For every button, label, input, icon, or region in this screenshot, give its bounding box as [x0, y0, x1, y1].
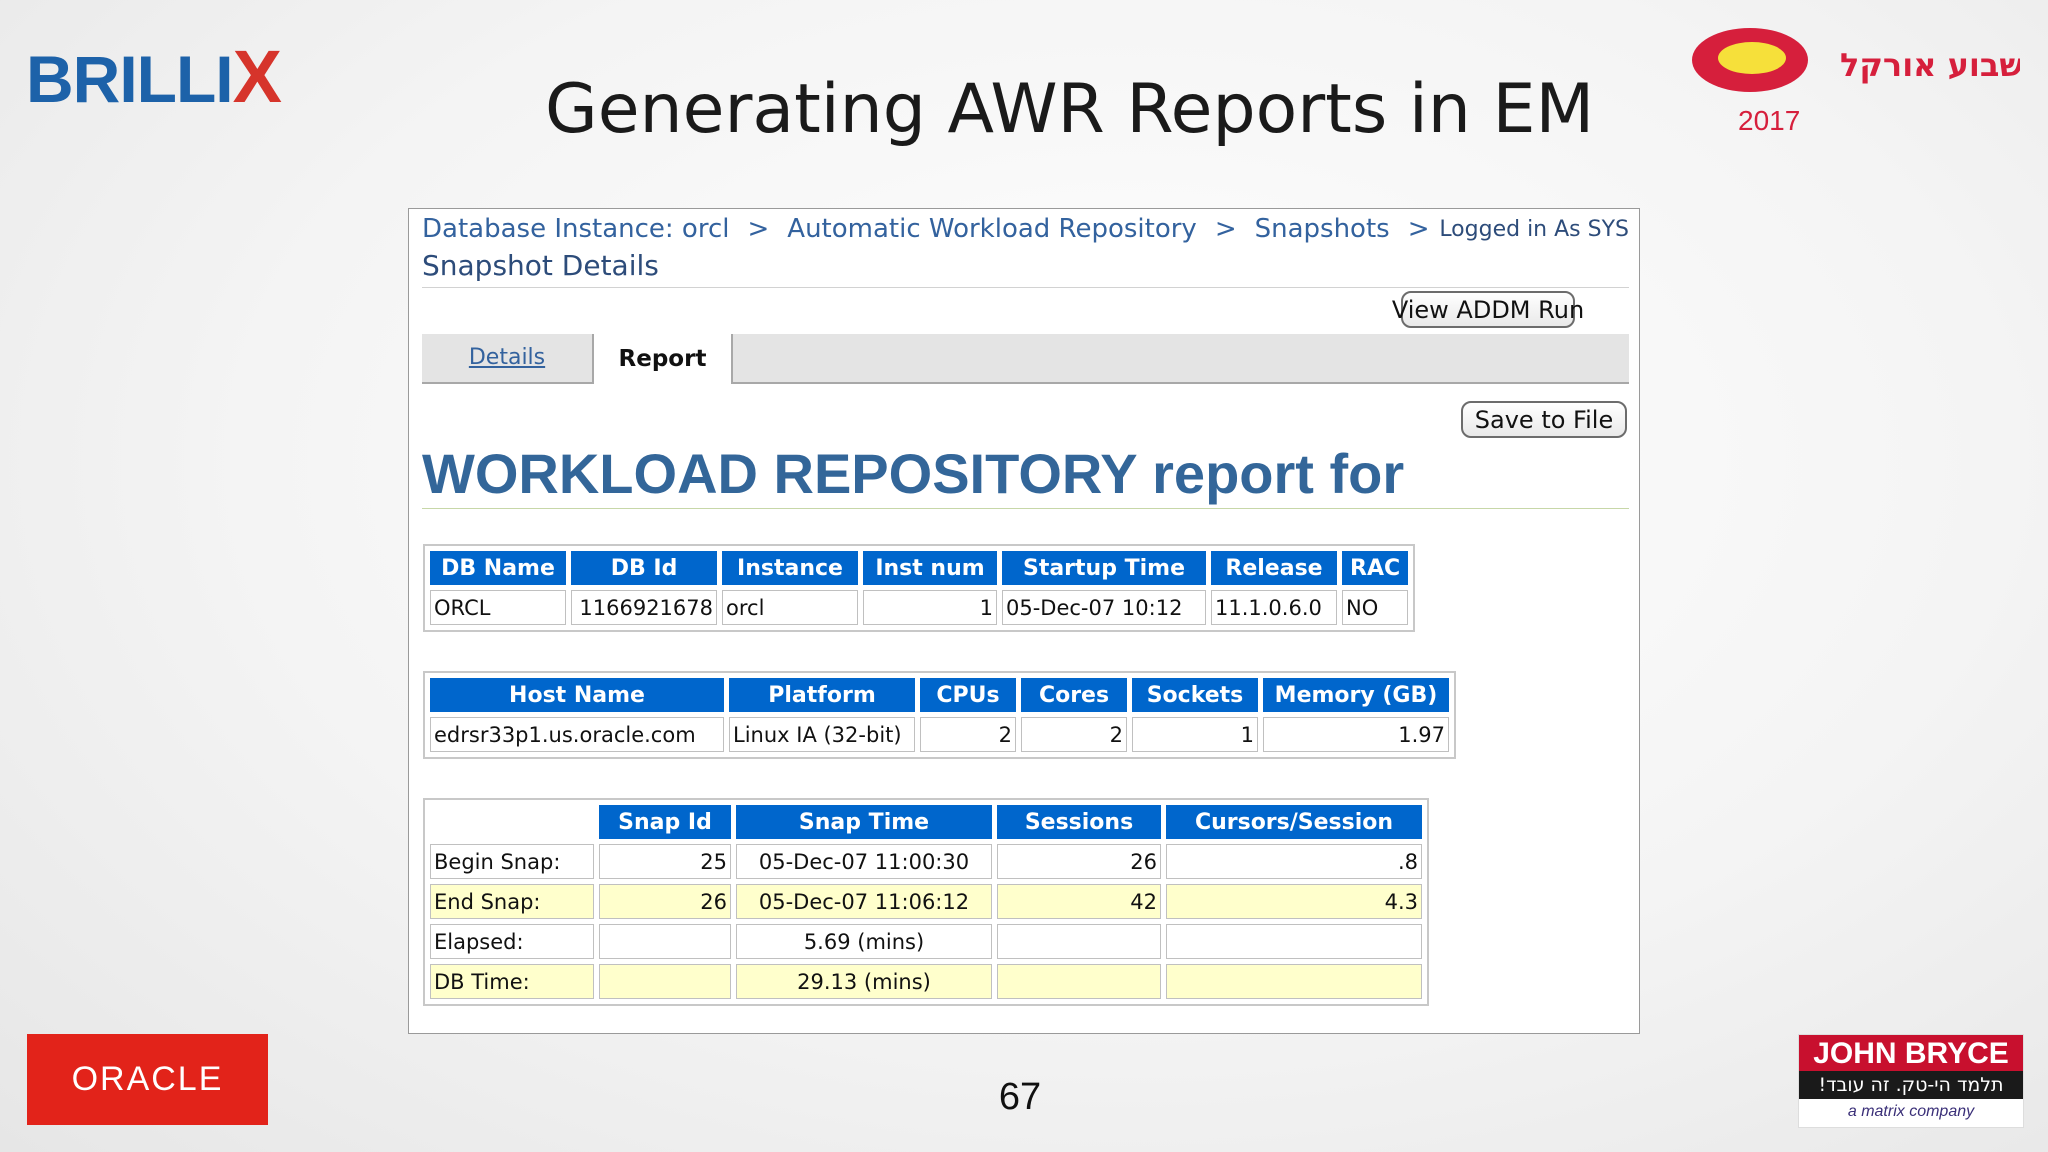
- table-cell: [1166, 924, 1422, 959]
- page-number: 67: [998, 1076, 1042, 1118]
- column-header: DB Id: [571, 551, 717, 585]
- john-bryce-logo: JOHN BRYCE תלמד הי-טק. זה עובד! a matrix…: [1798, 1034, 2024, 1128]
- oracle-week-hebrew-text: שבוע אורקל: [1840, 46, 2020, 84]
- breadcrumb-awr[interactable]: Automatic Workload Repository: [787, 214, 1197, 244]
- table-cell: 5.69 (mins): [736, 924, 992, 959]
- john-bryce-name: JOHN BRYCE: [1799, 1035, 2023, 1071]
- table-cell: 1166921678: [571, 590, 717, 625]
- db-info-table: DB Name DB Id Instance Inst num Startup …: [423, 544, 1416, 632]
- table-cell: Begin Snap:: [430, 844, 594, 879]
- column-header: Platform: [729, 678, 915, 712]
- brillix-logo: BRILLIX: [26, 35, 282, 118]
- divider: [422, 508, 1629, 509]
- column-header: Cores: [1021, 678, 1127, 712]
- column-header: Release: [1211, 551, 1337, 585]
- table-cell: orcl: [722, 590, 858, 625]
- column-header: [430, 805, 594, 839]
- table-cell: .8: [1166, 844, 1422, 879]
- table-cell: End Snap:: [430, 884, 594, 919]
- column-header: Startup Time: [1002, 551, 1206, 585]
- column-header: Instance: [722, 551, 858, 585]
- table-cell: [599, 964, 731, 999]
- john-bryce-sub: a matrix company: [1847, 1103, 1975, 1120]
- table-cell: DB Time:: [430, 964, 594, 999]
- table-cell: 4.3: [1166, 884, 1422, 919]
- table-cell: NO: [1342, 590, 1409, 625]
- divider: [422, 287, 1629, 288]
- table-row: Begin Snap: 25 05-Dec-07 11:00:30 26 .8: [430, 844, 1422, 879]
- table-cell: 11.1.0.6.0: [1211, 590, 1337, 625]
- view-addm-run-button[interactable]: View ADDM Run: [1392, 291, 1584, 328]
- table-row: End Snap: 26 05-Dec-07 11:06:12 42 4.3: [430, 884, 1422, 919]
- table-cell: [599, 924, 731, 959]
- logged-in-label: Logged in As SYS: [1439, 217, 1629, 242]
- table-cell: 05-Dec-07 10:12: [1002, 590, 1206, 625]
- table-header-row: DB Name DB Id Instance Inst num Startup …: [430, 551, 1409, 585]
- table-cell: 25: [599, 844, 731, 879]
- oracle-week-logo: שבוע אורקל 2017: [1692, 28, 2020, 136]
- table-row: DB Time: 29.13 (mins): [430, 964, 1422, 999]
- breadcrumb: Database Instance: orcl > Automatic Work…: [422, 209, 1448, 249]
- table-cell: Linux IA (32-bit): [729, 717, 915, 752]
- column-header: Sockets: [1132, 678, 1258, 712]
- report-title: WORKLOAD REPOSITORY report for: [422, 442, 1405, 505]
- table-cell: 42: [997, 884, 1161, 919]
- breadcrumb-separator: >: [1407, 214, 1430, 244]
- column-header: Snap Time: [736, 805, 992, 839]
- column-header: Sessions: [997, 805, 1161, 839]
- table-header-row: Snap Id Snap Time Sessions Cursors/Sessi…: [430, 805, 1422, 839]
- breadcrumb-database-instance[interactable]: Database Instance: orcl: [422, 214, 729, 244]
- breadcrumb-snapshots[interactable]: Snapshots: [1255, 214, 1390, 244]
- table-cell: [997, 924, 1161, 959]
- column-header: RAC: [1342, 551, 1409, 585]
- column-header: Snap Id: [599, 805, 731, 839]
- table-header-row: Host Name Platform CPUs Cores Sockets Me…: [430, 678, 1449, 712]
- column-header: Inst num: [863, 551, 997, 585]
- table-cell: 2: [920, 717, 1016, 752]
- column-header: DB Name: [430, 551, 566, 585]
- table-cell: 29.13 (mins): [736, 964, 992, 999]
- table-row: Elapsed: 5.69 (mins): [430, 924, 1422, 959]
- slide-title: Generating AWR Reports in EM: [545, 70, 1595, 149]
- snapshot-table: Snap Id Snap Time Sessions Cursors/Sessi…: [423, 798, 1429, 1006]
- em-window: Database Instance: orcl > Automatic Work…: [408, 208, 1640, 1034]
- page-title: Snapshot Details: [422, 249, 659, 282]
- table-cell: Elapsed:: [430, 924, 594, 959]
- table-cell: 1: [863, 590, 997, 625]
- oracle-week-year: 2017: [1738, 105, 1800, 136]
- table-cell: 2: [1021, 717, 1127, 752]
- host-info-table: Host Name Platform CPUs Cores Sockets Me…: [423, 671, 1456, 759]
- column-header: Cursors/Session: [1166, 805, 1422, 839]
- table-cell: 05-Dec-07 11:00:30: [736, 844, 992, 879]
- john-bryce-tagline: תלמד הי-טק. זה עובד!: [1799, 1071, 2023, 1099]
- column-header: CPUs: [920, 678, 1016, 712]
- save-to-file-button[interactable]: Save to File: [1461, 401, 1627, 438]
- table-cell: 1.97: [1263, 717, 1449, 752]
- table-cell: 1: [1132, 717, 1258, 752]
- table-row: edrsr33p1.us.oracle.com Linux IA (32-bit…: [430, 717, 1449, 752]
- oracle-logo: ORACLE: [27, 1034, 268, 1125]
- tab-report[interactable]: Report: [592, 334, 733, 384]
- table-cell: ORCL: [430, 590, 566, 625]
- breadcrumb-separator: >: [1214, 214, 1237, 244]
- table-row: ORCL 1166921678 orcl 1 05-Dec-07 10:12 1…: [430, 590, 1409, 625]
- column-header: Memory (GB): [1263, 678, 1449, 712]
- table-cell: [1166, 964, 1422, 999]
- table-cell: edrsr33p1.us.oracle.com: [430, 717, 724, 752]
- table-cell: 26: [599, 884, 731, 919]
- table-cell: [997, 964, 1161, 999]
- column-header: Host Name: [430, 678, 724, 712]
- breadcrumb-separator: >: [747, 214, 770, 244]
- table-cell: 26: [997, 844, 1161, 879]
- tab-bar: Details Report: [422, 334, 1629, 384]
- tab-details[interactable]: Details: [422, 334, 592, 380]
- table-cell: 05-Dec-07 11:06:12: [736, 884, 992, 919]
